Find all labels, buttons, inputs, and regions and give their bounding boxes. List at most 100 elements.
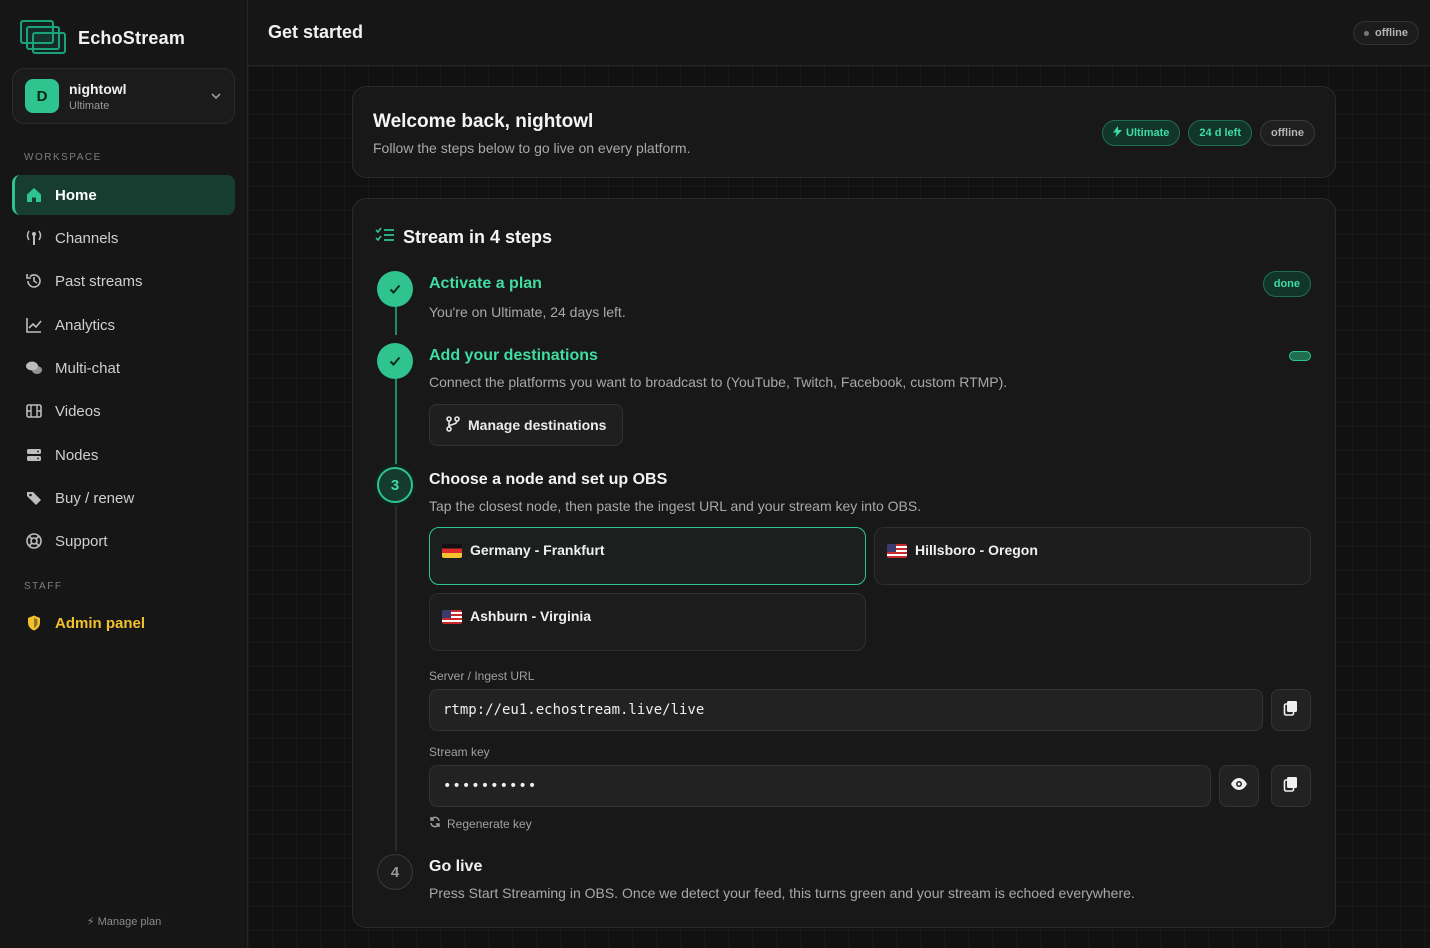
steps-card: Stream in 4 steps Activate a plan You're… [352,198,1336,928]
stream-key-label: Stream key [429,745,490,759]
eye-icon [1230,777,1248,796]
server-url-field[interactable]: rtmp://eu1.echostream.live/live [429,689,1263,731]
sidebar-item-videos[interactable]: Videos [12,391,235,431]
sidebar-item-label: Support [55,532,108,550]
topbar: Get started offline [248,0,1430,66]
server-icon [25,446,43,464]
offline-badge: offline [1260,120,1315,146]
chevron-down-icon [210,89,222,107]
node-label: Ashburn - Virginia [470,608,592,624]
brand-name: EchoStream [78,27,186,48]
shield-icon [25,614,43,632]
step-connector [395,307,397,335]
us-flag-icon [442,610,462,624]
manage-plan-link[interactable]: ⚡ Manage plan [0,915,248,928]
copy-icon [1283,700,1299,721]
regenerate-key-link[interactable]: Regenerate key [429,816,532,831]
plan-badge: Ultimate [1102,120,1181,146]
sidebar-item-admin-panel[interactable]: Admin panel [12,603,235,643]
days-left-badge: 24 d left [1188,120,1252,146]
steps-title-text: Stream in 4 steps [403,227,553,247]
sidebar-item-label: Multi-chat [55,359,121,377]
sidebar-item-label: Videos [55,402,101,420]
copy-server-url-button[interactable] [1271,689,1311,731]
copy-icon [1283,776,1299,797]
step-connector [395,379,397,465]
step-2-status-badge [1289,351,1311,361]
reveal-key-button[interactable] [1219,765,1259,807]
us-flag-icon [887,544,907,558]
step-4-number: 4 [377,854,413,890]
step-3-title: Choose a node and set up OBS [429,471,668,488]
step-1-desc: You're on Ultimate, 24 days left. [429,304,626,320]
sidebar-item-label: Channels [55,229,119,247]
sidebar-item-past-streams[interactable]: Past streams [12,261,235,301]
account-plan: Ultimate [69,99,110,112]
sidebar-item-label: Nodes [55,446,99,464]
sidebar-item-label: Past streams [55,272,143,290]
page-title: Get started [268,22,364,42]
plan-badge-label: Ultimate [1126,127,1170,139]
sidebar-item-nodes[interactable]: Nodes [12,435,235,475]
main-content: Welcome back, nightowl Follow the steps … [248,66,1430,948]
home-icon [25,186,43,204]
stream-key-field[interactable]: •••••••••• [429,765,1211,807]
step-connector [395,505,397,851]
step-4-desc: Press Start Streaming in OBS. Once we de… [429,885,1135,901]
sidebar-item-label: Analytics [55,316,116,334]
step-1-check-icon [377,271,413,307]
history-icon [25,272,43,290]
echostream-logo-icon [20,20,68,56]
step-2-desc: Connect the platforms you want to broadc… [429,374,1008,390]
account-name: nightowl [69,80,127,97]
step-1-done-badge: done [1262,271,1311,297]
copy-stream-key-button[interactable] [1271,765,1311,807]
refresh-icon [429,816,441,831]
node-option-oregon[interactable]: Hillsboro - Oregon [874,527,1311,585]
step-1-title: Activate a plan [429,275,542,292]
welcome-card: Welcome back, nightowl Follow the steps … [352,86,1336,178]
sidebar-item-support[interactable]: Support [12,521,235,561]
stream-key-value: •••••••••• [443,778,538,794]
step-3-desc: Tap the closest node, then paste the ing… [429,498,922,514]
node-option-frankfurt[interactable]: Germany - Frankfurt [429,527,866,585]
manage-destinations-label: Manage destinations [468,417,607,433]
branch-icon [446,415,460,435]
status-badge: offline [1353,21,1419,45]
tags-icon [25,489,43,507]
sidebar-item-buy-renew[interactable]: Buy / renew [12,478,235,518]
server-url-label: Server / Ingest URL [429,669,535,683]
status-dot-icon [1364,30,1369,36]
account-switcher[interactable]: D nightowl Ultimate [12,68,235,124]
sidebar: EchoStream D nightowl Ultimate WORKSPACE… [0,0,248,948]
status-text: offline [1375,27,1408,39]
antenna-icon [25,229,43,247]
manage-destinations-button[interactable]: Manage destinations [429,404,624,446]
sidebar-item-multi-chat[interactable]: Multi-chat [12,348,235,388]
sidebar-item-label: Home [55,186,97,204]
chat-bubbles-icon [25,359,43,377]
checklist-icon [375,227,395,248]
step-2-title: Add your destinations [429,347,598,364]
step-4-title: Go live [429,858,483,875]
lightning-icon [1113,126,1123,140]
sidebar-item-analytics[interactable]: Analytics [12,305,235,345]
welcome-pills: Ultimate 24 d left offline [1102,120,1315,146]
lifebuoy-icon [25,532,43,550]
sidebar-item-home[interactable]: Home [12,175,235,215]
sidebar-item-channels[interactable]: Channels [12,218,235,258]
sidebar-item-label: Buy / renew [55,489,135,507]
chart-line-icon [25,316,43,334]
brand[interactable]: EchoStream [20,20,185,56]
node-option-virginia[interactable]: Ashburn - Virginia [429,593,866,651]
welcome-subtitle: Follow the steps below to go live on eve… [373,140,691,156]
node-label: Germany - Frankfurt [470,542,605,558]
step-2-check-icon [377,343,413,379]
welcome-title: Welcome back, nightowl [373,111,594,132]
sidebar-item-label: Admin panel [55,614,146,632]
germany-flag-icon [442,544,462,558]
steps-title: Stream in 4 steps [375,227,552,248]
regenerate-key-label: Regenerate key [447,816,532,831]
server-url-value: rtmp://eu1.echostream.live/live [443,702,705,718]
node-label: Hillsboro - Oregon [915,542,1038,558]
